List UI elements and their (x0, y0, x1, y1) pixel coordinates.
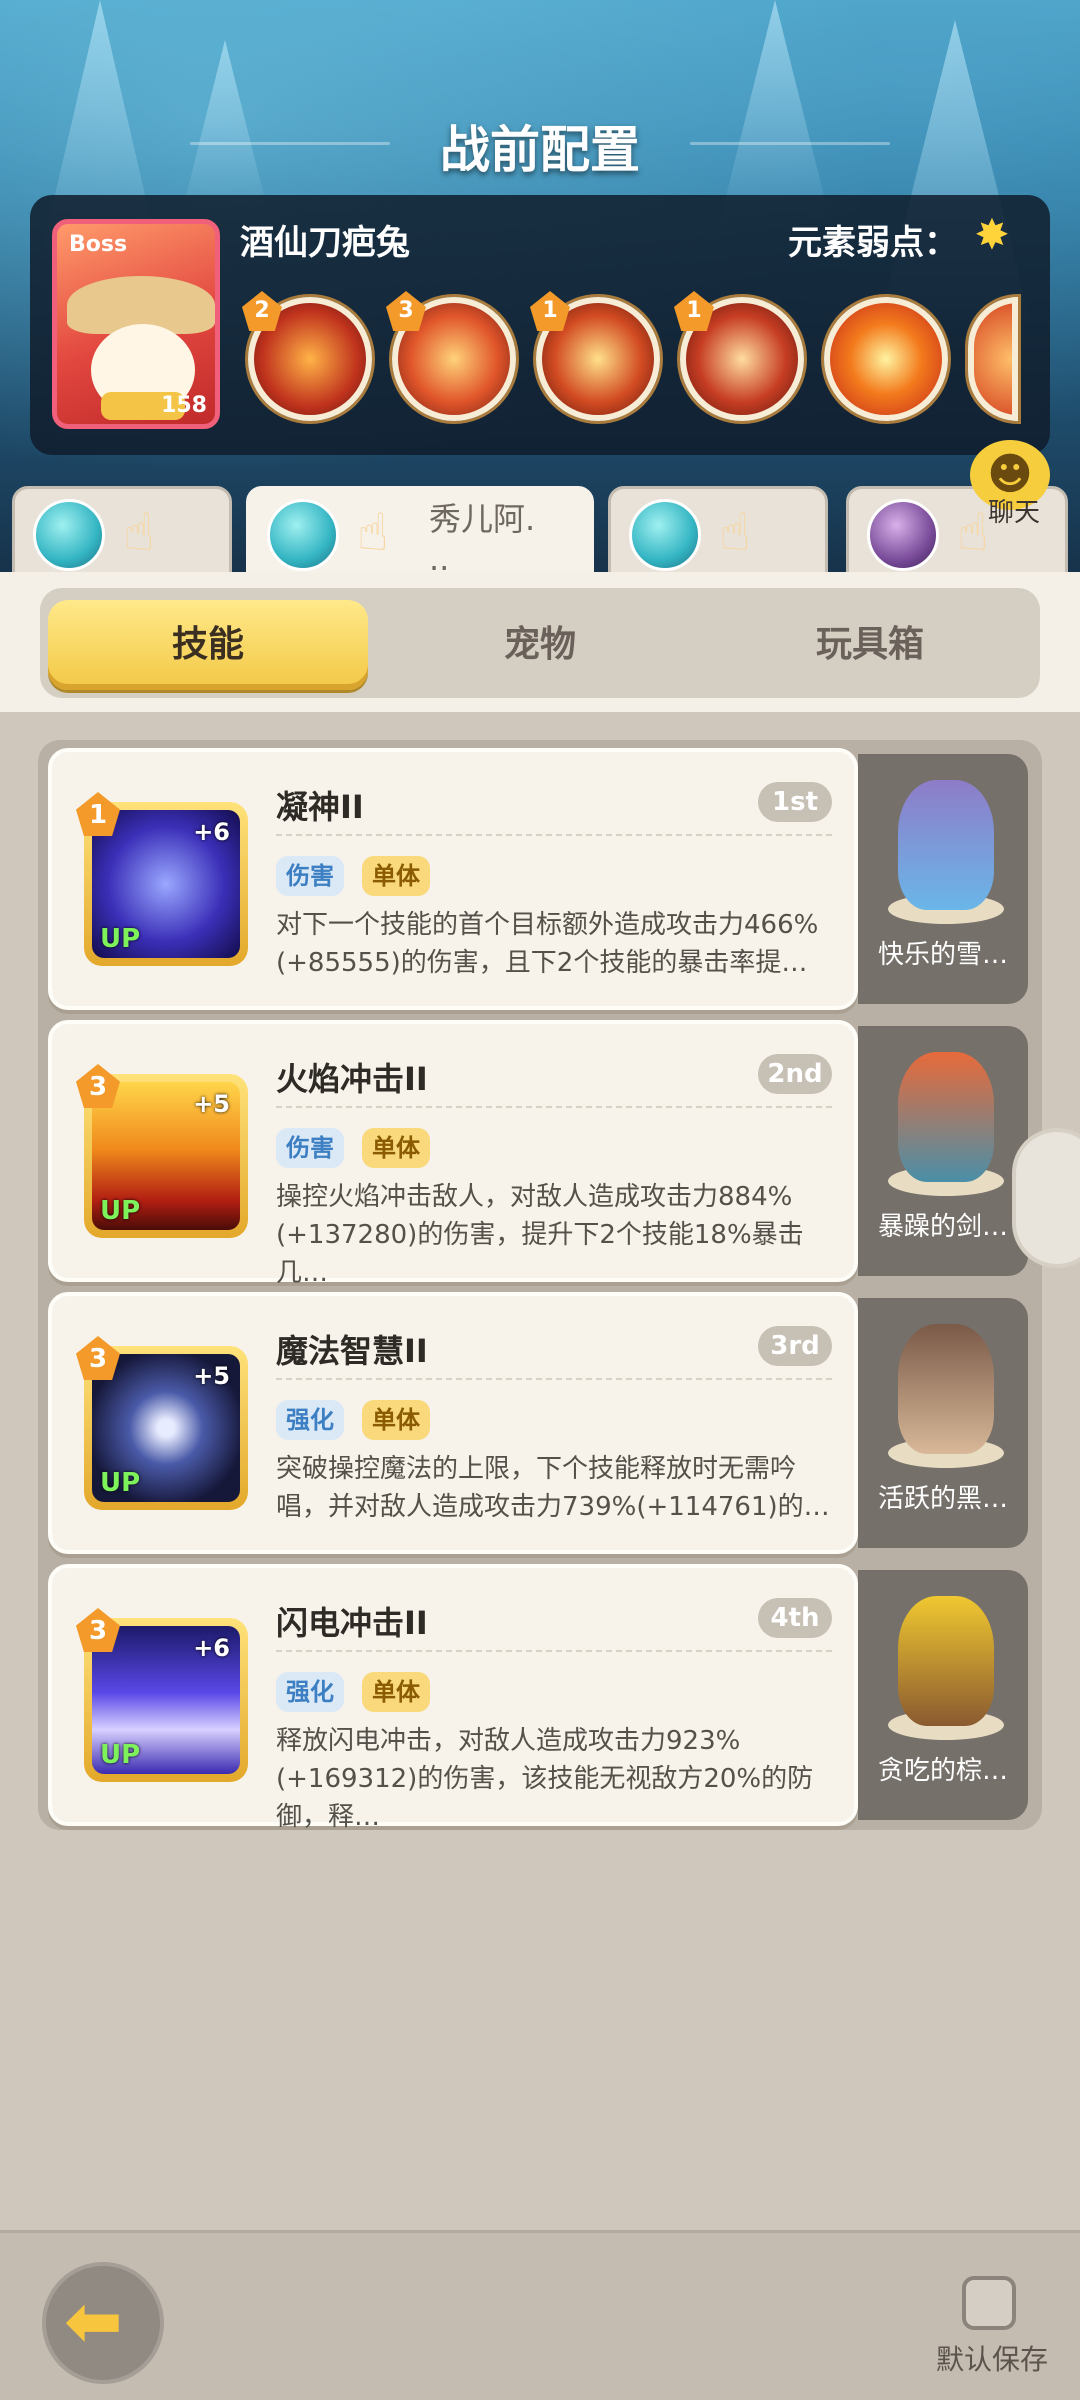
default-save-checkbox[interactable] (962, 2276, 1016, 2330)
skill-target-tag: 单体 (362, 1672, 430, 1712)
flame-burst-skill-icon: +5 UP (92, 1082, 240, 1230)
pet-figure (898, 1052, 994, 1182)
boss-skill-4-level: 1 (674, 291, 714, 331)
avatar (33, 499, 105, 571)
back-button[interactable]: ⬅ (42, 2262, 164, 2384)
lightning-strike-skill-icon: +6 UP (92, 1626, 240, 1774)
skill-name: 凝神II (276, 788, 364, 826)
tab-skills[interactable]: 技能 (48, 600, 368, 690)
skill-target-tag: 单体 (362, 1400, 430, 1440)
boss-name: 酒仙刀疤兔 (240, 223, 410, 263)
arrow-left-icon: ⬅ (64, 2280, 123, 2362)
upgrade-indicator: UP (100, 924, 141, 954)
boss-skill-6-partial[interactable] (968, 297, 1018, 421)
skill-type-tag: 强化 (276, 1672, 344, 1712)
skill-row[interactable]: +6 UP 1 凝神II 1st 伤害 单体 对下一个技能的首个目标额外造成攻击… (48, 748, 1028, 1010)
skill-description: 对下一个技能的首个目标额外造成攻击力466%(+85555)的伤害，且下2个技能… (276, 910, 819, 978)
skill-description: 操控火焰冲击敌人，对敌人造成攻击力884%(+137280)的伤害，提升下2个技… (276, 1182, 804, 1288)
boss-skill-3-level: 1 (530, 291, 570, 331)
skill-name: 闪电冲击II (276, 1604, 428, 1642)
divider (276, 1378, 832, 1380)
default-save-label: 默认保存 (936, 2343, 1049, 2376)
cast-order-badge: 3rd (758, 1326, 832, 1366)
skill-card[interactable]: +6 UP 3 闪电冲击II 4th 强化 单体 释放闪电冲击，对敌人造成攻击力… (48, 1564, 858, 1832)
team-slot-3[interactable]: ☝ (608, 486, 828, 578)
tab-pets[interactable]: 宠物 (380, 600, 700, 690)
divider (276, 1106, 832, 1108)
skill-level-badge: 1 (76, 792, 120, 836)
avatar (867, 499, 939, 571)
cast-order-badge: 2nd (758, 1054, 832, 1094)
skill-card[interactable]: +6 UP 1 凝神II 1st 伤害 单体 对下一个技能的首个目标额外造成攻击… (48, 748, 858, 1010)
pet-card[interactable]: 活跃的黑… (858, 1298, 1028, 1548)
team-slot-1[interactable]: ☝ (12, 486, 232, 578)
skill-name: 魔法智慧II (276, 1332, 428, 1370)
avatar (629, 499, 701, 571)
divider (276, 834, 832, 836)
page-title: 战前配置 (440, 121, 640, 179)
skill-card[interactable]: +5 UP 3 火焰冲击II 2nd 伤害 单体 操控火焰冲击敌人，对敌人造成攻… (48, 1020, 858, 1288)
cast-order-badge: 4th (758, 1598, 832, 1638)
skill-plus: +5 (193, 1362, 230, 1390)
skill-level-badge: 3 (76, 1608, 120, 1652)
team-member-name: 秀儿阿. .. (429, 500, 536, 578)
upgrade-indicator: UP (100, 1196, 141, 1226)
skill-description: 突破操控魔法的上限，下个技能释放时无需吟唱，并对敌人造成攻击力739%(+114… (276, 1454, 830, 1522)
upgrade-indicator: UP (100, 1468, 141, 1498)
pet-name: 活跃的黑… (877, 1484, 1008, 1514)
boss-info-panel: Boss 158 酒仙刀疤兔 元素弱点： ✸ 2 3 1 1 (30, 195, 1050, 455)
pointing-hand-icon: ☝ (357, 503, 389, 563)
boss-skill-1-level: 2 (242, 291, 282, 331)
boss-skill-5[interactable] (824, 297, 948, 421)
pointing-hand-icon: ☝ (719, 503, 751, 563)
magic-star-skill-icon: +5 UP (92, 1354, 240, 1502)
skill-target-tag: 单体 (362, 1128, 430, 1168)
skill-type-tag: 伤害 (276, 856, 344, 896)
skill-type-tag: 强化 (276, 1400, 344, 1440)
skill-level-badge: 3 (76, 1336, 120, 1380)
skill-plus: +5 (193, 1090, 230, 1118)
pet-figure (898, 1324, 994, 1454)
skill-target-tag: 单体 (362, 856, 430, 896)
pet-figure (898, 780, 994, 910)
skill-row[interactable]: +5 UP 3 火焰冲击II 2nd 伤害 单体 操控火焰冲击敌人，对敌人造成攻… (48, 1020, 1028, 1288)
pet-card[interactable]: 快乐的雪… (858, 754, 1028, 1004)
star-burst-icon: ✸ (974, 210, 1010, 259)
element-weakness-label: 元素弱点： (788, 223, 958, 263)
pet-card[interactable]: 贪吃的棕… (858, 1570, 1028, 1820)
skill-name: 火焰冲击II (276, 1060, 428, 1098)
boss-tag: Boss (69, 232, 128, 257)
skill-level-badge: 3 (76, 1064, 120, 1108)
skill-description: 释放闪电冲击，对敌人造成攻击力923%(+169312)的伤害，该技能无视敌方2… (276, 1726, 814, 1832)
pointing-hand-icon: ☝ (123, 503, 155, 563)
avatar (267, 499, 339, 571)
chat-label: 聊天 (988, 498, 1041, 528)
boss-portrait[interactable]: Boss 158 (52, 219, 220, 429)
skill-plus: +6 (193, 1634, 230, 1662)
skill-card[interactable]: +5 UP 3 魔法智慧II 3rd 强化 单体 突破操控魔法的上限，下个技能释… (48, 1292, 858, 1554)
tab-toybox[interactable]: 玩具箱 (710, 600, 1030, 690)
pet-figure (898, 1596, 994, 1726)
pet-name: 暴躁的剑… (877, 1212, 1008, 1242)
team-slot-2[interactable]: ☝ 秀儿阿. .. (246, 486, 594, 578)
focus-eye-skill-icon: +6 UP (92, 810, 240, 958)
skill-row[interactable]: +6 UP 3 闪电冲击II 4th 强化 单体 释放闪电冲击，对敌人造成攻击力… (48, 1564, 1028, 1832)
pet-name: 贪吃的棕… (877, 1756, 1008, 1786)
pet-name: 快乐的雪… (877, 940, 1008, 970)
skill-plus: +6 (193, 818, 230, 846)
cast-order-badge: 1st (758, 782, 832, 822)
boss-skill-2-level: 3 (386, 291, 426, 331)
divider (276, 1650, 832, 1652)
pet-card[interactable]: 暴躁的剑… (858, 1026, 1028, 1276)
boss-level: 158 (161, 393, 207, 418)
skill-row[interactable]: +5 UP 3 魔法智慧II 3rd 强化 单体 突破操控魔法的上限，下个技能释… (48, 1292, 1028, 1554)
skill-type-tag: 伤害 (276, 1128, 344, 1168)
side-drawer-handle[interactable] (1012, 1128, 1080, 1268)
upgrade-indicator: UP (100, 1740, 141, 1770)
pointing-hand-icon: ☝ (957, 503, 989, 563)
